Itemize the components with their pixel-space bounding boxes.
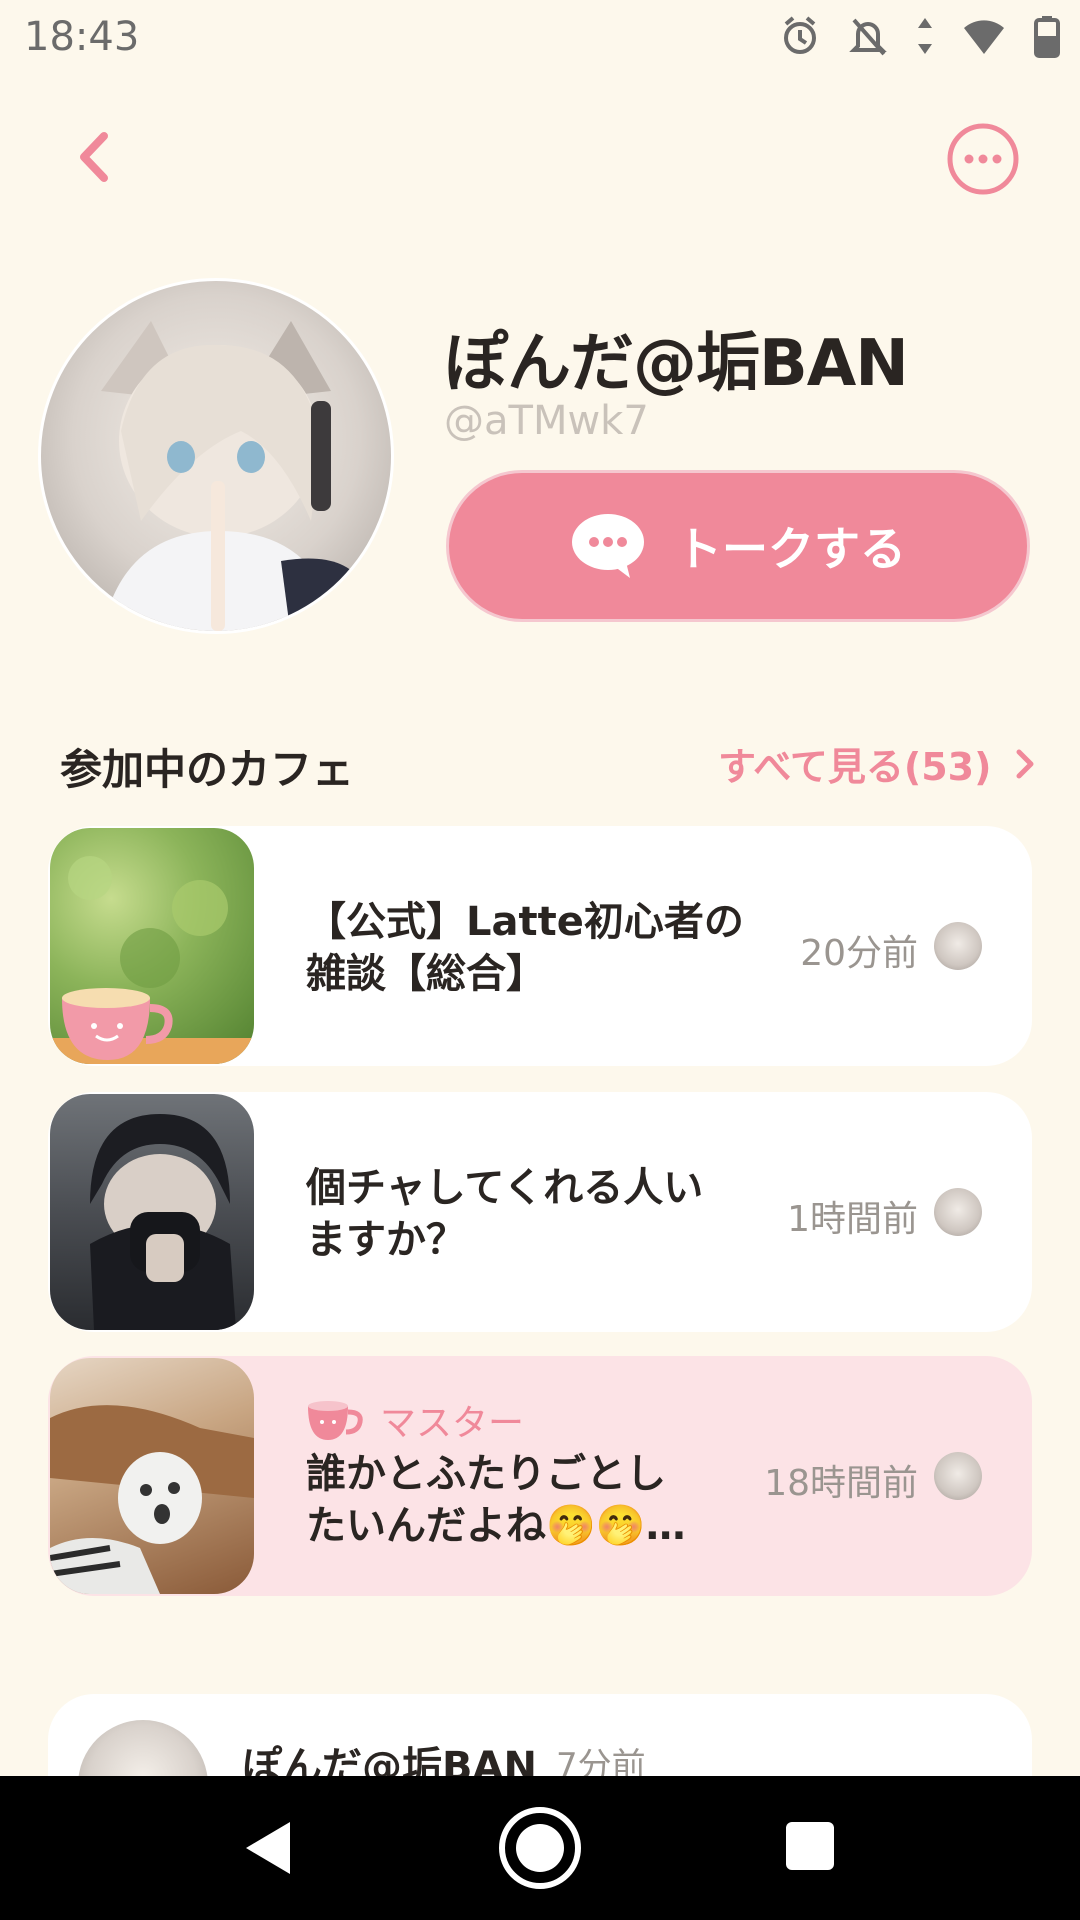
profile-avatar[interactable] — [38, 278, 394, 634]
chat-bubble-icon — [572, 514, 644, 578]
robot-toy-illustration — [50, 1405, 254, 1594]
see-all-label: すべて見る(53) — [718, 745, 992, 789]
master-badge: マスター — [306, 1394, 524, 1446]
wifi-icon — [962, 14, 1006, 58]
nav-back-icon[interactable] — [240, 1818, 296, 1878]
back-button[interactable] — [60, 122, 130, 192]
cafe-title-line: 個チャしてくれる人い — [306, 1165, 704, 1211]
nav-home-icon[interactable] — [498, 1806, 582, 1890]
cafe-title: 【公式】Latte初心者の 雑談【総合】 — [306, 896, 776, 1000]
cafes-section-title: 参加中のカフェ — [60, 745, 355, 794]
system-nav-bar — [0, 1776, 1080, 1920]
cafe-title-line: 【公式】Latte初心者の — [306, 899, 744, 945]
chevron-left-icon — [80, 132, 108, 182]
status-icons — [780, 14, 1060, 58]
bell-off-icon — [848, 14, 888, 58]
cafe-title-line: 雑談【総合】 — [306, 951, 546, 997]
cafe-last-activity: 20分前 — [800, 933, 918, 974]
cafe-thumbnail — [50, 828, 254, 1064]
cup-icon — [308, 1401, 363, 1440]
cafe-title-line: ますか？ — [306, 1217, 466, 1263]
cafe-last-activity: 1時間前 — [787, 1199, 918, 1240]
chevron-right-icon — [1016, 749, 1034, 778]
cafe-thumbnail — [50, 1094, 254, 1330]
more-options-button[interactable] — [946, 122, 1020, 196]
avatar-illustration — [101, 321, 361, 631]
cafe-user-avatar — [934, 922, 982, 970]
see-all-cafes-link[interactable]: すべて見る(53) — [718, 736, 1037, 791]
status-time: 18:43 — [24, 14, 140, 60]
data-arrows-icon — [916, 14, 934, 58]
cafe-card[interactable]: マスター 誰かとふたりごとし たいんだよね🤭🤭… 18時間前 — [48, 1356, 1032, 1596]
cafe-title-line: 誰かとふたりごとし — [306, 1451, 666, 1497]
cafe-user-avatar — [934, 1452, 982, 1500]
talk-button[interactable]: トークする — [446, 470, 1030, 622]
display-name: ぽんだ@垢BAN — [444, 327, 909, 401]
person-illustration — [90, 1114, 236, 1330]
status-bar: 18:43 — [0, 0, 1080, 76]
talk-button-label: トークする — [676, 522, 906, 576]
cafe-title: 誰かとふたりごとし たいんだよね🤭🤭… — [306, 1448, 776, 1552]
cafe-title: 個チャしてくれる人い ますか？ — [306, 1162, 776, 1266]
cafe-title-line: たいんだよね🤭🤭… — [306, 1503, 686, 1549]
profile-screen: 18:43 ぽんだ@垢BAN @aTMwk7 トークする 参加中のカフェ すべて… — [0, 0, 1080, 1920]
cafe-card[interactable]: 【公式】Latte初心者の 雑談【総合】 20分前 — [48, 826, 1032, 1066]
alarm-icon — [780, 14, 820, 58]
cafe-last-activity: 18時間前 — [764, 1463, 918, 1504]
nav-recent-icon[interactable] — [786, 1822, 834, 1870]
battery-icon — [1034, 14, 1060, 58]
master-badge-label: マスター — [380, 1403, 525, 1444]
cafe-user-avatar — [934, 1188, 982, 1236]
cafe-thumbnail — [50, 1358, 254, 1594]
cafe-card[interactable]: 個チャしてくれる人い ますか？ 1時間前 — [48, 1092, 1032, 1332]
coffee-cup-illustration — [50, 856, 254, 1064]
more-horizontal-circle-icon — [947, 123, 1019, 195]
user-handle: @aTMwk7 — [444, 398, 649, 444]
